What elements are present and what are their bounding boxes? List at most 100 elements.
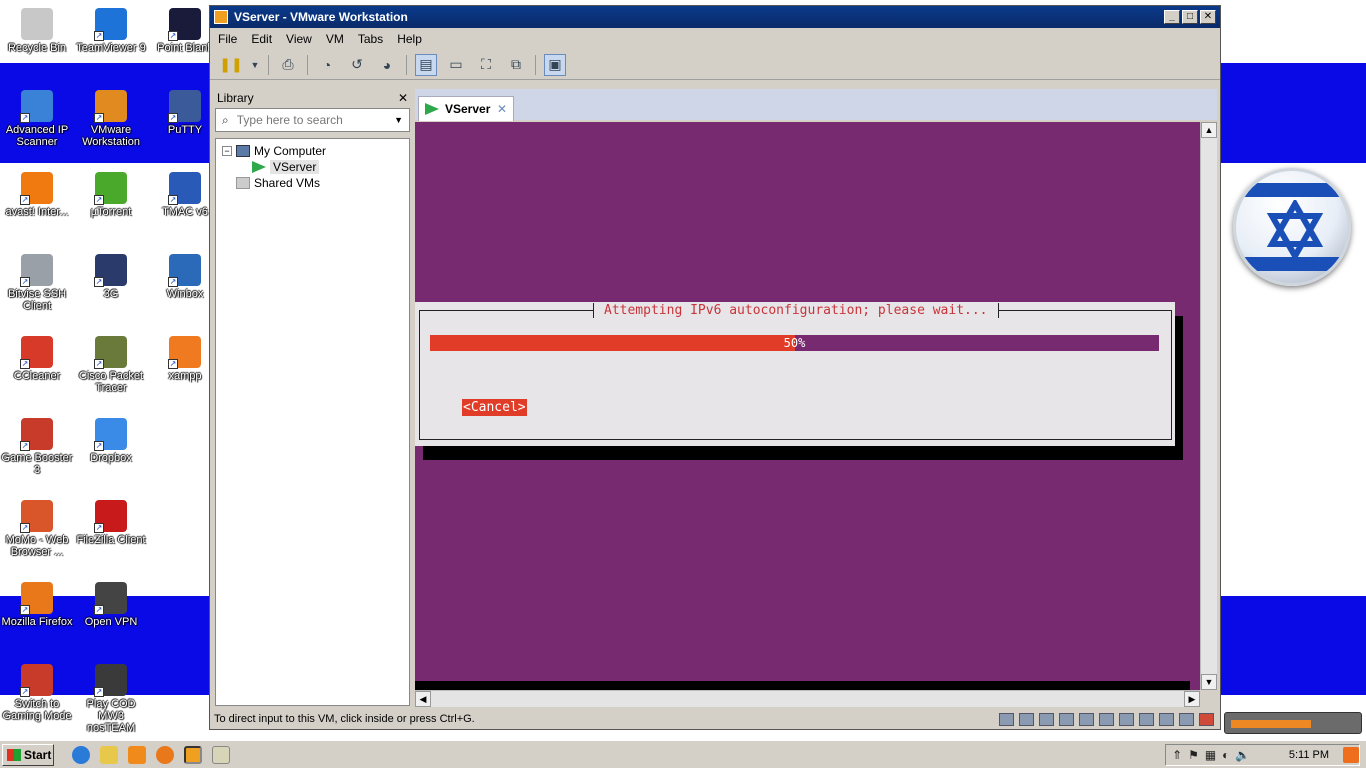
desktop-icon[interactable]: ↗ Switch to Gaming Mode [0,664,74,722]
desktop-icon-label: FileZilla Client [76,534,146,546]
flag-icon[interactable]: ⚑ [1188,748,1199,762]
full-screen-icon[interactable]: ⛶ [475,54,497,76]
desktop-icon[interactable]: ↗ avast! Inter... [0,172,74,218]
desktop-icon[interactable]: ↗ 3G [74,254,148,300]
running-vm-icon [425,103,439,115]
console-bottom-bar [415,681,1190,690]
desktop-icon[interactable]: ↗ Advanced IP Scanner [0,90,74,148]
shortcut-arrow-icon: ↗ [94,359,104,369]
pause-icon[interactable]: ❚❚ [219,54,242,76]
menu-help[interactable]: Help [397,32,422,46]
revert-snapshot-icon[interactable]: ↺ [346,54,368,76]
take-snapshot-icon[interactable]: ◔ [316,54,338,76]
status-bar: To direct input to this VM, click inside… [210,709,1220,729]
menu-edit[interactable]: Edit [251,32,272,46]
snapshot-manager-icon[interactable]: ◕ [376,54,398,76]
notification-icon[interactable] [1343,747,1359,763]
close-button[interactable]: ✕ [1200,10,1216,24]
vmware-task-icon[interactable] [184,745,202,764]
usb-controller-icon[interactable] [1099,712,1114,726]
desktop-icon[interactable]: ↗ VMware Workstation [74,90,148,148]
tree-item-vserver[interactable]: VServer [222,159,403,175]
windows-flag-icon [7,748,21,761]
desktop-icon[interactable]: ↗ FileZilla Client [74,500,148,546]
scroll-right-icon[interactable]: ▶ [1184,691,1200,707]
message-log-icon[interactable] [1179,712,1194,726]
vm-console[interactable]: Attempting IPv6 autoconfiguration; pleas… [415,122,1200,690]
task-app-icon[interactable] [212,745,230,764]
cancel-button[interactable]: <Cancel> [462,399,527,416]
tab-close-icon[interactable]: ✕ [497,102,507,116]
send-ctrl-alt-del-icon[interactable]: ⎙ [277,54,299,76]
shortcut-arrow-icon: ↗ [20,195,30,205]
search-dropdown-icon[interactable]: ▼ [394,115,403,125]
tree-item-my-computer[interactable]: − My Computer [222,143,403,159]
desktop-icon[interactable]: ↗ CCleaner [0,336,74,382]
collapse-icon[interactable]: − [222,146,232,156]
tray-expand-icon[interactable]: ⇑ [1172,748,1182,762]
shortcut-arrow-icon: ↗ [168,195,178,205]
hard-disk-icon[interactable] [999,712,1014,726]
desktop-icon[interactable]: ↗ Mozilla Firefox [0,582,74,628]
app-icon: ↗ [94,500,127,533]
menu-view[interactable]: View [286,32,312,46]
tree-item-shared-vms[interactable]: Shared VMs [222,175,403,191]
firefox-icon[interactable] [156,745,174,764]
clock[interactable]: 5:11 PM [1289,749,1329,761]
minimize-button[interactable]: _ [1164,10,1180,24]
menu-vm[interactable]: VM [326,32,344,46]
desktop-icon[interactable]: ↗ TeamViewer 9 [74,8,148,54]
internet-explorer-icon[interactable] [72,745,90,764]
app-icon: ↗ [168,172,201,205]
menu-file[interactable]: File [218,32,237,46]
network-icon[interactable]: ▦ [1205,748,1216,762]
desktop-icon[interactable]: Recycle Bin [0,8,74,54]
desktop-icon[interactable]: ↗ Bitvise SSH Client [0,254,74,312]
sound-card-icon[interactable] [1119,712,1134,726]
desktop-icon[interactable]: ↗ MoMo - Web Browser ... [0,500,74,558]
thumbnail-bar-icon[interactable]: ▭ [445,54,467,76]
floppy-icon[interactable] [1059,712,1074,726]
desktop-icon[interactable]: ↗ µTorrent [74,172,148,218]
desktop-icon[interactable]: ↗ Cisco Packet Tracer [74,336,148,394]
stop-icon[interactable] [1199,712,1214,726]
vertical-scrollbar[interactable]: ▲ ▼ [1200,122,1217,690]
show-library-icon[interactable]: ▤ [415,53,437,76]
desktop-icon[interactable]: ↗ Dropbox [74,418,148,464]
maximize-button[interactable]: □ [1182,10,1198,24]
app-icon: ↗ [94,336,127,369]
explorer-icon[interactable] [100,745,118,764]
window-titlebar[interactable]: VServer - VMware Workstation _ □ ✕ [210,6,1220,28]
desktop-icon-label: Play COD MW3 nosTEAM [86,698,136,734]
printer-icon[interactable] [1139,712,1154,726]
display-icon[interactable] [1159,712,1174,726]
desktop-icon[interactable]: ↗ Open VPN [74,582,148,628]
scroll-up-icon[interactable]: ▲ [1201,122,1217,138]
media-player-icon[interactable] [128,745,146,764]
menu-tabs[interactable]: Tabs [358,32,383,46]
cd-dvd-2-icon[interactable] [1039,712,1054,726]
horizontal-scrollbar[interactable]: ◀ ▶ [415,690,1200,707]
console-view-icon[interactable]: ▣ [544,53,566,76]
running-vm-icon [252,161,266,173]
shortcut-arrow-icon: ↗ [94,523,104,533]
desktop-icon-label: VMware Workstation [82,124,140,148]
shortcut-arrow-icon: ↗ [20,359,30,369]
shortcut-arrow-icon: ↗ [20,687,30,697]
desktop-icon[interactable]: ↗ Game Booster 3 [0,418,74,476]
library-close-icon[interactable]: ✕ [398,91,408,105]
tab-vserver[interactable]: VServer ✕ [418,96,514,121]
power-dropdown-icon[interactable]: ▼ [250,54,260,76]
cd-dvd-icon[interactable] [1019,712,1034,726]
start-button[interactable]: Start [2,743,54,766]
library-search-input[interactable]: ⌕ Type here to search ▼ [215,108,410,132]
unity-icon[interactable]: ⧉ [505,54,527,76]
scroll-down-icon[interactable]: ▼ [1201,674,1217,690]
shortcut-arrow-icon: ↗ [94,687,104,697]
desktop-icon[interactable]: ↗ Play COD MW3 nosTEAM [74,664,148,734]
desktop-icon-label: avast! Inter... [5,206,69,218]
scroll-left-icon[interactable]: ◀ [415,691,431,707]
update-icon[interactable]: ◐ [1222,748,1229,762]
network-adapter-icon[interactable] [1079,712,1094,726]
volume-icon[interactable]: 🔈 [1235,748,1250,762]
